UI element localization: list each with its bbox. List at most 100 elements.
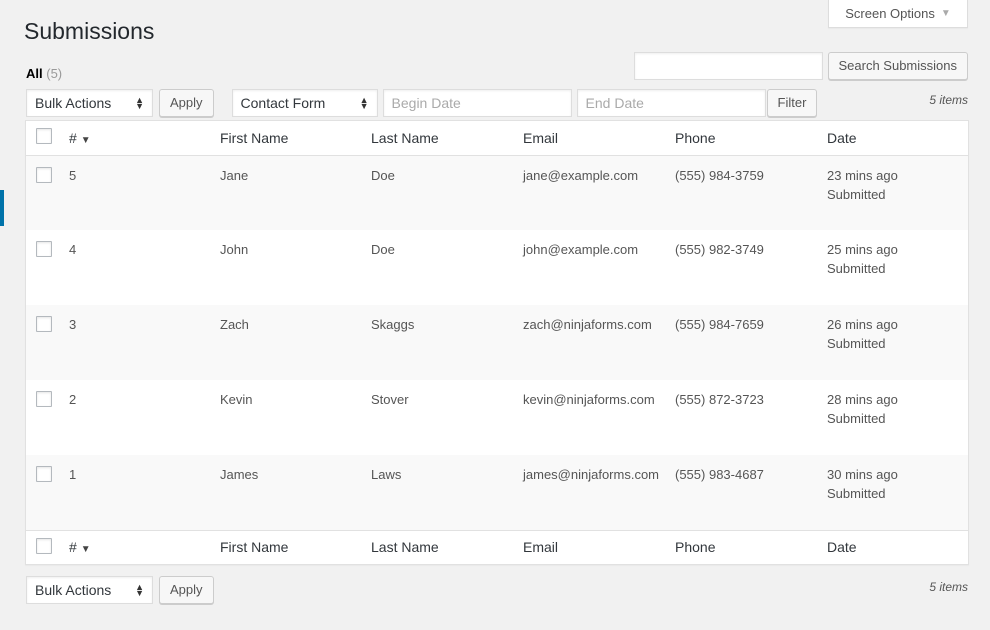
view-all-count: (5): [46, 66, 63, 81]
bulk-actions-select[interactable]: Bulk Actions ▲ ▼: [26, 89, 153, 117]
bulk-actions-select-bottom[interactable]: Bulk Actions ▲ ▼: [26, 576, 153, 604]
row-checkbox-cell: [26, 230, 61, 305]
table-row: 4 John Doe john@example.com (555) 982-37…: [26, 230, 968, 305]
date-text: 30 mins ago: [827, 467, 898, 482]
row-checkbox[interactable]: [36, 316, 52, 332]
status-text: Submitted: [827, 336, 886, 351]
cell-phone: (555) 872-3723: [675, 392, 764, 407]
row-checkbox-cell: [26, 380, 61, 455]
search-submissions-button[interactable]: Search Submissions: [827, 52, 968, 80]
cell-id: 5: [61, 155, 212, 230]
row-checkbox-cell: [26, 305, 61, 380]
column-id-footer[interactable]: # ▼: [61, 529, 212, 564]
cell-id: 2: [69, 392, 77, 407]
apply-button[interactable]: Apply: [159, 89, 214, 117]
screen-options-label: Screen Options: [845, 6, 935, 21]
items-count-bottom: 5 items: [929, 580, 968, 594]
cell-email: james@ninjaforms.com: [515, 455, 667, 530]
cell-last-name: Laws: [363, 455, 515, 530]
cell-email: kevin@ninjaforms.com: [523, 392, 655, 407]
cell-first-name: John: [220, 242, 249, 257]
page-title: Submissions: [24, 18, 155, 44]
form-select[interactable]: Contact Form ▲ ▼: [231, 89, 378, 117]
sort-desc-icon: ▼: [80, 544, 91, 556]
cell-email: zach@ninjaforms.com: [515, 305, 667, 380]
date-text: 25 mins ago: [827, 242, 898, 257]
cell-date: 30 mins ago Submitted: [819, 455, 968, 530]
table-row: 1 James Laws james@ninjaforms.com (555) …: [26, 455, 968, 530]
cell-last-name: Stover: [371, 392, 409, 407]
cell-last-name: Doe: [363, 155, 515, 230]
column-id-header[interactable]: # ▼: [61, 121, 212, 156]
cell-first-name: James: [212, 455, 363, 530]
select-all-cell: [26, 121, 61, 156]
view-filter-all[interactable]: All (5): [26, 66, 62, 81]
column-email-header: Email: [515, 121, 667, 156]
column-phone-header: Phone: [667, 121, 819, 156]
cell-date: 28 mins ago Submitted: [819, 380, 968, 455]
cell-email: john@example.com: [523, 242, 639, 257]
cell-phone: (555) 982-3749: [675, 242, 764, 257]
cell-id: 4: [69, 242, 77, 257]
date-text: 26 mins ago: [827, 317, 898, 332]
cell-date: 25 mins ago Submitted: [819, 230, 968, 305]
cell-phone: (555) 983-4687: [667, 455, 819, 530]
bulk-actions-value: Bulk Actions: [35, 582, 112, 598]
cell-date: 26 mins ago Submitted: [819, 305, 968, 380]
cell-phone: (555) 984-7659: [667, 305, 819, 380]
select-arrows-icon: ▲ ▼: [135, 582, 144, 598]
column-phone-footer: Phone: [667, 529, 819, 564]
table-row: 5 Jane Doe jane@example.com (555) 984-37…: [26, 155, 968, 230]
cell-last-name: Doe: [371, 242, 395, 257]
table-header-row: # ▼ First Name Last Name Email Phone Date: [26, 121, 968, 156]
status-text: Submitted: [827, 261, 886, 276]
select-all-checkbox[interactable]: [36, 128, 52, 145]
row-checkbox[interactable]: [36, 166, 52, 183]
table-row: 3 Zach Skaggs zach@ninjaforms.com (555) …: [26, 305, 968, 380]
column-id-label: #: [69, 539, 77, 556]
screen-options-button[interactable]: Screen Options ▼: [828, 0, 968, 28]
row-checkbox[interactable]: [36, 466, 52, 482]
cell-date: 23 mins ago Submitted: [819, 155, 968, 230]
view-all-label[interactable]: All: [26, 66, 43, 81]
admin-menu-edge: [0, 190, 4, 226]
search-box: Search Submissions: [633, 52, 968, 80]
triangle-down-icon: ▼: [940, 8, 951, 19]
cell-first-name: Kevin: [220, 392, 253, 407]
cell-first-name: Jane: [212, 155, 363, 230]
select-arrows-icon: ▲ ▼: [359, 95, 369, 111]
column-id-label: #: [69, 129, 77, 146]
search-input[interactable]: [633, 52, 823, 80]
date-text: 23 mins ago: [827, 167, 898, 183]
column-date-header: Date: [819, 121, 968, 156]
sort-desc-icon: ▼: [80, 134, 91, 146]
apply-button-bottom[interactable]: Apply: [159, 576, 214, 604]
status-text: Submitted: [827, 186, 886, 202]
column-first-name-header: First Name: [212, 121, 363, 156]
column-email-footer: Email: [515, 529, 667, 564]
row-checkbox[interactable]: [36, 391, 52, 407]
select-arrows-icon: ▲ ▼: [135, 95, 144, 111]
tablenav-top: Bulk Actions ▲▼ Apply Contact Form ▲▼ Fi…: [26, 89, 818, 117]
row-checkbox-cell: [26, 455, 61, 530]
filter-button[interactable]: Filter: [766, 89, 818, 117]
cell-phone: (555) 984-3759: [667, 155, 819, 230]
cell-last-name: Skaggs: [363, 305, 515, 380]
bulk-actions-value: Bulk Actions: [35, 95, 112, 111]
column-first-name-footer: First Name: [212, 529, 363, 564]
column-date-footer: Date: [819, 529, 968, 564]
cell-id: 3: [61, 305, 212, 380]
end-date-input[interactable]: [576, 89, 766, 117]
row-checkbox-cell: [26, 155, 61, 230]
table-row: 2 Kevin Stover kevin@ninjaforms.com (555…: [26, 380, 968, 455]
cell-email: jane@example.com: [515, 155, 667, 230]
select-all-checkbox[interactable]: [36, 537, 52, 554]
select-all-cell: [26, 529, 61, 564]
items-count: 5 items: [929, 93, 968, 107]
tablenav-bottom: Bulk Actions ▲ ▼ Apply: [26, 576, 214, 604]
begin-date-input[interactable]: [382, 89, 572, 117]
cell-id: 1: [61, 455, 212, 530]
date-text: 28 mins ago: [827, 392, 898, 407]
column-last-name-footer: Last Name: [363, 529, 515, 564]
row-checkbox[interactable]: [36, 241, 52, 257]
